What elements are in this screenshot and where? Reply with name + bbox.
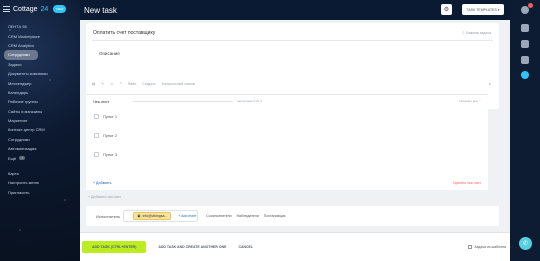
checkbox[interactable]	[94, 152, 99, 157]
remove-checklist-link[interactable]: Удалить чек-лист	[453, 181, 481, 185]
user-icon[interactable]	[521, 71, 529, 79]
assignee-label: Исполнитель	[96, 213, 121, 219]
search-icon[interactable]	[521, 56, 529, 64]
assignee-field[interactable]: ▣ info@vikingsa... + Add more	[123, 210, 199, 222]
task-form: Оплатить счет поставщику ▯ Важная задача…	[80, 20, 510, 261]
brand-tag[interactable]: NEW	[53, 5, 67, 13]
checklist-footer: + Добавить Удалить чек-лист	[86, 176, 488, 190]
role-link-coexecutors[interactable]: Соисполнители	[206, 214, 231, 218]
cancel-button[interactable]: CANCEL	[238, 245, 253, 249]
people-roles: Соисполнители Наблюдатели Постановщик	[206, 214, 285, 218]
sidebar-item[interactable]: Сотрудники	[4, 135, 76, 144]
sidebar-item[interactable]: CRM Marketplace	[4, 31, 76, 40]
quote-icon[interactable]: ❞	[120, 82, 122, 86]
checklist-actions-label: Показать все	[459, 99, 478, 103]
checklist-item-label: Пункт 3	[103, 152, 118, 157]
checkbox[interactable]	[94, 114, 99, 119]
list-icon[interactable]	[521, 24, 529, 32]
attach-icon[interactable]: ▤	[92, 82, 95, 86]
people-row: Исполнитель ▣ info@vikingsa... + Add mor…	[86, 206, 499, 226]
task-title-input[interactable]: Оплатить счет поставщику	[93, 30, 155, 36]
editor-tool-file[interactable]: Файл	[128, 82, 137, 86]
checkbox[interactable]	[468, 245, 473, 249]
page-title: New task	[84, 5, 117, 15]
sidebar-item[interactable]: Рабочие группы	[4, 97, 76, 106]
sidebar-nav: ЛЕНТА 98 CRM Marketplace CRM Analytics С…	[4, 22, 76, 197]
checklist-header: Чек-лист выполнено 0 из 3 Показать все ⌃	[86, 95, 488, 107]
sidebar-item[interactable]: Автоматизация	[4, 144, 76, 153]
editor-tool-create[interactable]: Создать	[142, 82, 155, 86]
checklist-item[interactable]: Пункт 2	[86, 126, 488, 145]
add-more-link[interactable]: + Add more	[178, 214, 196, 218]
checklist-item-label: Пункт 2	[103, 133, 118, 138]
sidebar-item-active[interactable]: Сотрудники	[4, 50, 38, 60]
add-task-and-another-button[interactable]: ADD TASK AND CREATE ANOTHER ONE	[152, 241, 232, 253]
top-bar: New task ⚙ TASK TEMPLATES ▾	[80, 0, 510, 20]
sidebar-item[interactable]: CRM Analytics	[4, 41, 76, 50]
gear-icon[interactable]: ⚙	[441, 4, 452, 15]
user-icon: ▣	[137, 214, 141, 218]
sidebar-item-label: Ещё	[8, 155, 17, 161]
left-sidebar: Cottage 24 NEW ЛЕНТА 98 CRM Marketplace …	[0, 0, 80, 261]
phone-icon[interactable]: ✆	[519, 237, 532, 250]
add-task-button[interactable]: ADD TASK (CTRL+ENTER)	[82, 241, 147, 253]
description-editor[interactable]: Описание	[99, 51, 120, 56]
sidebar-item[interactable]: Настроить меню	[4, 178, 76, 187]
calendar-icon[interactable]	[521, 40, 529, 48]
task-templates-button[interactable]: TASK TEMPLATES ▾	[462, 4, 504, 15]
notification-badge	[528, 3, 533, 8]
checklist-name[interactable]: Чек-лист	[93, 99, 109, 104]
sidebar-item[interactable]: Карта	[4, 169, 76, 178]
role-link-observers[interactable]: Наблюдатели	[237, 214, 259, 218]
brand: Cottage 24 NEW	[3, 5, 67, 13]
add-checklist-link[interactable]: + Добавить чек-лист	[88, 195, 121, 199]
checklist-item[interactable]: Пункт 3	[86, 145, 488, 164]
sidebar-item[interactable]: Задачи	[4, 60, 76, 69]
sidebar-item[interactable]: Мессенджер	[4, 78, 76, 87]
sidebar-item[interactable]: Сайты и магазины	[4, 107, 76, 116]
priority-label: Важная задача	[466, 31, 491, 35]
assignee-chip[interactable]: ▣ info@vikingsa...	[133, 212, 172, 220]
checklist-item-label: Пункт 1	[103, 114, 118, 119]
sidebar-item-more[interactable]: Ещё 7	[4, 153, 76, 162]
sidebar-item[interactable]: Календарь	[4, 88, 76, 97]
form-footer: ADD TASK (CTRL+ENTER) ADD TASK AND CREAT…	[80, 232, 510, 261]
sidebar-item[interactable]: Контакт-центр CRM	[4, 125, 76, 134]
checklist-item[interactable]: Пункт 1	[86, 107, 488, 126]
sidebar-item[interactable]: Документы компании	[4, 69, 76, 78]
add-checklist-item-link[interactable]: + Добавить	[93, 181, 111, 185]
template-checkbox-label: Задача из шаблона	[474, 245, 506, 249]
checkbox[interactable]	[94, 133, 99, 138]
role-link-creator[interactable]: Постановщик	[264, 214, 286, 218]
sidebar-item[interactable]: Маркетинг	[4, 116, 76, 125]
sidebar-item-count: 7	[19, 156, 25, 161]
chevron-up-icon: ⌃	[478, 99, 481, 103]
edit-icon[interactable]: ✎	[101, 82, 104, 86]
checklist-progress-text: выполнено 0 из 3	[237, 98, 262, 103]
editor-toolbar: ▤ ✎ ☺ ❞ Файл Создать Контрольный список …	[92, 79, 493, 89]
editor-tool-checklist[interactable]: Контрольный список	[162, 82, 195, 86]
text-format-icon[interactable]: А	[489, 82, 491, 86]
right-rail: ✆	[510, 0, 540, 261]
checklist-progress-bar: выполнено 0 из 3	[133, 99, 262, 103]
brand-name: Cottage	[13, 5, 38, 13]
sidebar-item[interactable]: Пригласить	[4, 188, 76, 197]
brand-number: 24	[40, 5, 49, 13]
flame-icon: ▯	[462, 31, 465, 35]
menu-icon[interactable]	[3, 6, 10, 12]
user-icon[interactable]: ☺	[110, 82, 114, 86]
divider	[92, 40, 493, 41]
assignee-name: info@vikingsa...	[142, 214, 168, 218]
checklist-actions[interactable]: Показать все ⌃	[459, 99, 481, 103]
template-checkbox[interactable]: Задача из шаблона	[468, 245, 506, 249]
sidebar-item[interactable]: ЛЕНТА 98	[4, 22, 76, 31]
priority-toggle[interactable]: ▯ Важная задача	[462, 31, 491, 35]
checklist-block: Чек-лист выполнено 0 из 3 Показать все ⌃…	[86, 94, 488, 190]
